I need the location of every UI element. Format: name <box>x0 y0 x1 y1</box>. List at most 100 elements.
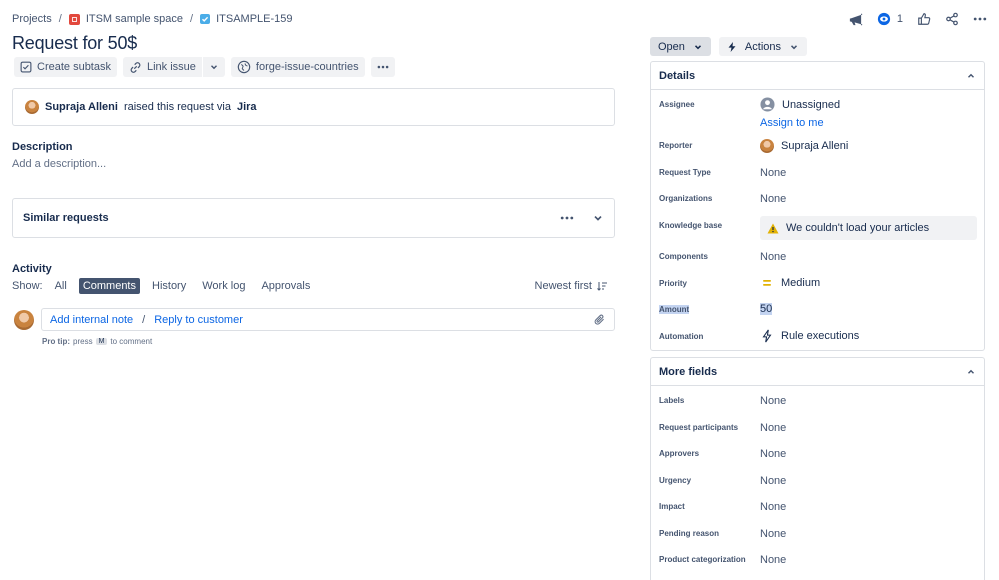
breadcrumb: Projects / ITSM sample space / ITSAMPLE-… <box>12 12 293 26</box>
sort-label: Newest first <box>534 280 592 292</box>
chevron-down-icon <box>693 42 703 52</box>
details-header[interactable]: Details <box>651 62 984 90</box>
more-fields-header[interactable]: More fields <box>651 358 984 386</box>
field-value[interactable]: None <box>760 501 786 513</box>
amount-number: 50 <box>760 303 773 315</box>
tab-comments[interactable]: Comments <box>78 278 140 294</box>
field-label: Pending reason <box>659 528 720 538</box>
link-issue-group: Link issue <box>122 57 225 77</box>
create-subtask-label: Create subtask <box>37 61 111 73</box>
status-label: Open <box>658 40 685 53</box>
subtask-icon <box>20 61 32 73</box>
task-icon <box>200 14 211 24</box>
field-value[interactable]: None <box>760 528 786 540</box>
field-label: Reporter <box>659 140 693 150</box>
breadcrumb-projects[interactable]: Projects <box>12 13 52 25</box>
eye-icon <box>877 12 891 26</box>
organizations-value[interactable]: None <box>760 193 786 205</box>
field-label: Approvers <box>659 448 700 458</box>
similar-requests-label: Similar requests <box>23 212 109 224</box>
field-label: Priority <box>659 278 688 288</box>
priority-name: Medium <box>781 277 821 289</box>
feedback-megaphone-icon[interactable] <box>848 12 863 27</box>
forge-app-icon <box>237 60 251 74</box>
status-dropdown[interactable]: Open <box>650 37 711 56</box>
breadcrumb-space[interactable]: ITSM sample space <box>68 13 184 25</box>
field-value[interactable]: None <box>760 395 786 407</box>
request-type-value[interactable]: None <box>760 167 786 179</box>
actions-dropdown[interactable]: Actions <box>718 37 807 56</box>
watch-button[interactable]: 1 <box>877 12 903 26</box>
field-label: Components <box>659 251 708 261</box>
amount-value[interactable]: 50 <box>760 303 773 315</box>
issue-toolbar: Create subtask Link issue forge-issue-co… <box>14 57 395 77</box>
issue-header-actions: 1 <box>848 8 987 30</box>
field-label: Automation <box>659 331 704 341</box>
thumbs-up-icon[interactable] <box>917 12 931 26</box>
comment-editor[interactable]: Add internal note / Reply to customer <box>41 308 615 331</box>
chevron-up-icon <box>966 71 976 81</box>
pro-tip-suffix: to comment <box>110 337 153 346</box>
forge-app-button[interactable]: forge-issue-countries <box>230 57 365 77</box>
avatar <box>25 100 39 114</box>
assignee-name: Unassigned <box>782 98 841 111</box>
breadcrumb-separator: / <box>190 13 194 25</box>
forge-app-label: forge-issue-countries <box>255 61 359 73</box>
tab-work-log[interactable]: Work log <box>198 278 249 294</box>
tab-all[interactable]: All <box>51 278 71 294</box>
similar-requests-panel[interactable]: Similar requests <box>12 198 615 238</box>
assignee-value[interactable]: Unassigned <box>760 97 840 112</box>
issue-title[interactable]: Request for 50$ <box>12 33 137 54</box>
add-internal-note-button[interactable]: Add internal note <box>50 314 133 326</box>
attachment-icon[interactable] <box>593 313 606 326</box>
reporter-value[interactable]: Supraja Alleni <box>760 139 848 153</box>
reply-to-customer-button[interactable]: Reply to customer <box>154 314 243 326</box>
field-label: Labels <box>659 395 685 405</box>
priority-value[interactable]: Medium <box>760 277 820 289</box>
field-value[interactable]: None <box>760 448 786 460</box>
automation-value[interactable]: Rule executions <box>760 329 859 343</box>
tab-approvals[interactable]: Approvals <box>257 278 314 294</box>
more-icon <box>377 61 389 73</box>
link-issue-dropdown[interactable] <box>203 57 225 77</box>
request-raised-banner: Supraja Alleni raised this request via J… <box>12 88 615 126</box>
field-label: Organizations <box>659 193 713 203</box>
space-icon <box>68 13 80 25</box>
comment-separator: / <box>142 313 146 326</box>
link-issue-button[interactable]: Link issue <box>123 57 202 77</box>
chevron-down-icon[interactable] <box>592 212 604 224</box>
components-value[interactable]: None <box>760 251 786 263</box>
more-fields-panel: More fields Labels None Request particip… <box>650 357 985 580</box>
field-value[interactable]: None <box>760 475 786 487</box>
tab-history[interactable]: History <box>148 278 190 294</box>
field-value[interactable]: None <box>760 422 786 434</box>
knowledge-base-warning: We couldn't load your articles <box>760 216 977 240</box>
chevron-up-icon <box>966 367 976 377</box>
field-value[interactable]: None <box>760 554 786 566</box>
description-field[interactable]: Add a description... <box>12 158 106 170</box>
breadcrumb-space-label: ITSM sample space <box>85 13 184 25</box>
field-label: Assignee <box>659 99 695 109</box>
raised-channel: Jira <box>236 101 257 113</box>
field-label: Knowledge base <box>659 220 723 230</box>
assign-to-me-link[interactable]: Assign to me <box>760 117 824 129</box>
create-subtask-button[interactable]: Create subtask <box>14 57 117 77</box>
more-toolbar-button[interactable] <box>370 57 395 77</box>
sort-order-button[interactable]: Newest first <box>535 280 607 292</box>
more-icon[interactable] <box>560 211 574 225</box>
field-label: Amount <box>659 304 690 314</box>
show-label: Show: <box>12 280 43 292</box>
share-icon[interactable] <box>945 12 959 26</box>
field-label: Urgency <box>659 475 692 485</box>
pro-tip-prefix: Pro tip: <box>42 337 70 346</box>
raised-by-user[interactable]: Supraja Alleni <box>45 101 118 113</box>
more-actions-icon[interactable] <box>973 12 987 26</box>
avatar <box>760 139 774 153</box>
field-label: Impact <box>659 501 685 511</box>
actions-label: Actions <box>744 40 781 53</box>
status-row: Open Actions <box>650 37 807 56</box>
breadcrumb-issue-key: ITSAMPLE-159 <box>216 13 293 25</box>
breadcrumb-separator: / <box>58 13 62 25</box>
breadcrumb-issue[interactable]: ITSAMPLE-159 <box>200 13 293 25</box>
more-fields-heading: More fields <box>659 365 718 378</box>
